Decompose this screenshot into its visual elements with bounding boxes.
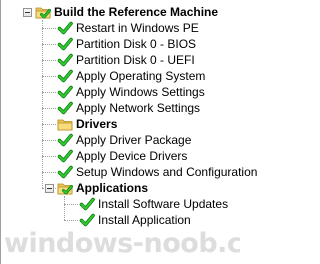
tree-item-label: Build the Reference Machine bbox=[54, 5, 219, 19]
tree-item-label: Drivers bbox=[76, 117, 118, 131]
tree-item-label: Apply Network Settings bbox=[76, 101, 201, 115]
tree-item-label: Apply Windows Settings bbox=[76, 85, 205, 99]
folder-check-icon bbox=[57, 180, 73, 196]
green-check-icon bbox=[57, 148, 73, 164]
tree-step-partition-disk-0-uefi[interactable]: Partition Disk 0 - UEFI bbox=[57, 52, 195, 68]
watermark: windows-noob.com bbox=[4, 228, 240, 259]
tree-item-label: Partition Disk 0 - UEFI bbox=[76, 53, 195, 67]
green-check-icon bbox=[79, 212, 95, 228]
green-check-icon bbox=[57, 36, 73, 52]
tree-item-label: Setup Windows and Configuration bbox=[76, 165, 258, 179]
tree-item-label: Apply Device Drivers bbox=[76, 149, 188, 163]
tree-item-label: Restart in Windows PE bbox=[76, 21, 199, 35]
tree-item-label: Install Software Updates bbox=[98, 197, 229, 211]
green-check-icon bbox=[57, 84, 73, 100]
tree-step-apply-network-settings[interactable]: Apply Network Settings bbox=[57, 100, 200, 116]
folder-icon bbox=[57, 116, 73, 132]
tree-group-drivers[interactable]: Drivers bbox=[57, 116, 117, 132]
folder-check-icon bbox=[35, 4, 51, 20]
green-check-icon bbox=[57, 52, 73, 68]
tree-step-partition-disk-0-bios[interactable]: Partition Disk 0 - BIOS bbox=[57, 36, 196, 52]
tree-step-install-software-updates[interactable]: Install Software Updates bbox=[79, 196, 228, 212]
tree-step-apply-operating-system[interactable]: Apply Operating System bbox=[57, 68, 205, 84]
tree-item-label: Apply Driver Package bbox=[76, 133, 192, 147]
tree-item-label: Applications bbox=[76, 181, 149, 195]
tree-step-apply-windows-settings[interactable]: Apply Windows Settings bbox=[57, 84, 205, 100]
green-check-icon bbox=[79, 196, 95, 212]
tree-step-apply-device-drivers[interactable]: Apply Device Drivers bbox=[57, 148, 187, 164]
task-sequence-tree[interactable]: Build the Reference Machine Restart in Wi… bbox=[0, 0, 257, 264]
green-check-icon bbox=[57, 20, 73, 36]
tree-item-label: Install Application bbox=[98, 213, 191, 227]
tree-step-restart-in-windows-pe[interactable]: Restart in Windows PE bbox=[57, 20, 199, 36]
tree-group-applications[interactable]: Applications bbox=[57, 180, 148, 196]
tree-step-setup-windows-and-configuration[interactable]: Setup Windows and Configuration bbox=[57, 164, 257, 180]
collapse-toggle[interactable] bbox=[23, 8, 32, 17]
green-check-icon bbox=[57, 68, 73, 84]
green-check-icon bbox=[57, 164, 73, 180]
tree-step-install-application[interactable]: Install Application bbox=[79, 212, 191, 228]
tree-root-build-the-reference-machine[interactable]: Build the Reference Machine bbox=[35, 4, 218, 20]
tree-item-label: Partition Disk 0 - BIOS bbox=[76, 37, 197, 51]
tree-step-apply-driver-package[interactable]: Apply Driver Package bbox=[57, 132, 191, 148]
green-check-icon bbox=[57, 132, 73, 148]
collapse-toggle[interactable] bbox=[45, 184, 54, 193]
tree-item-label: Apply Operating System bbox=[76, 69, 206, 83]
green-check-icon bbox=[57, 100, 73, 116]
